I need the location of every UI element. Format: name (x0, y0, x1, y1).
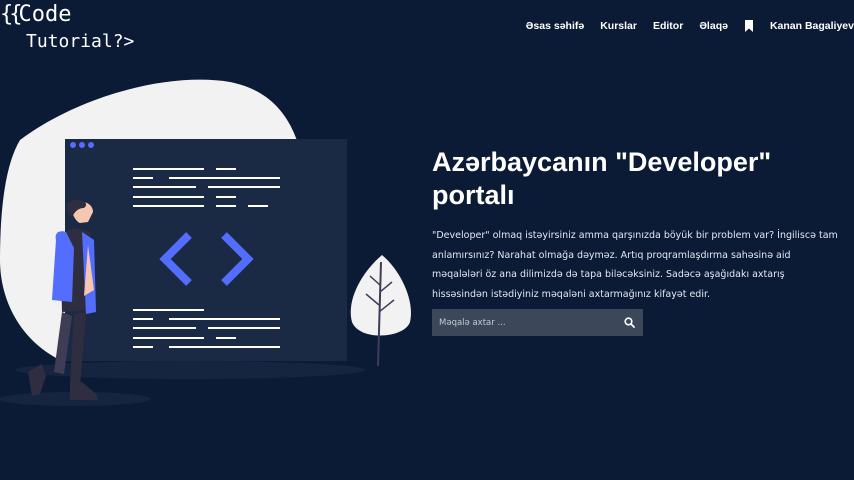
search-icon (623, 317, 635, 328)
hero-title: Azərbaycanın "Developer" portalı (432, 146, 832, 212)
window-dot-3 (88, 142, 94, 148)
nav-item-home[interactable]: Əsas səhifə (526, 20, 584, 32)
nav-item-courses[interactable]: Kurslar (600, 20, 637, 32)
search-input[interactable] (432, 309, 615, 336)
article-search (432, 309, 643, 336)
bookmark-icon[interactable] (744, 20, 754, 32)
search-button[interactable] (615, 309, 643, 336)
main-nav: Əsas səhifə Kurslar Editor Əlaqə Kanan B… (510, 20, 854, 32)
tree-illustration (350, 255, 411, 367)
window-dot-1 (70, 142, 76, 148)
hero-text-line: məqalələri öz ana dilimizdə də tapa bilə… (432, 269, 785, 280)
code-window (65, 139, 347, 361)
hero-title-line-1: Azərbaycanın "Developer" (432, 147, 772, 177)
ground-shadow (15, 361, 365, 379)
nav-item-editor[interactable]: Editor (653, 20, 683, 32)
nav-item-contact[interactable]: Əlaqə (699, 20, 728, 32)
hero-illustration (0, 79, 411, 406)
nav-user-name[interactable]: Kanan Bagaliyev (770, 20, 854, 32)
hero-description: "Developer" olmaq istəyirsiniz amma qarş… (432, 226, 854, 304)
window-dot-2 (79, 142, 85, 148)
hero-text-line: "Developer" olmaq istəyirsiniz amma qarş… (432, 230, 838, 241)
hero-text-line: hissəsindən istədiyiniz məqaləni axtarma… (432, 288, 711, 300)
hero-text-line: anlamırsınız? Narahat olmağa dəyməz. Art… (432, 249, 791, 261)
hero-title-line-2: portalı (432, 180, 515, 210)
